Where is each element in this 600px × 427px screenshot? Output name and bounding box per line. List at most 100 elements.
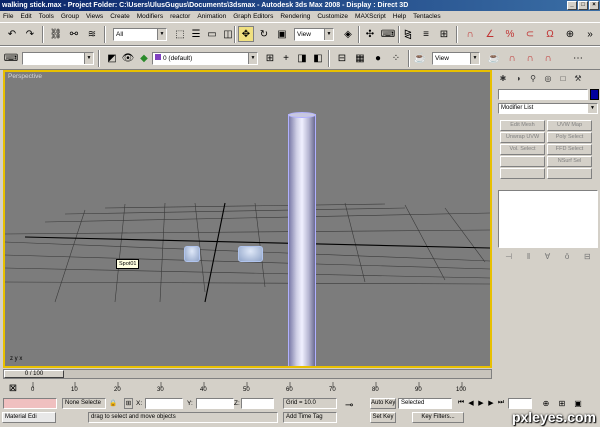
unwrap-uvw-button[interactable]: Unwrap UVW [500, 132, 545, 143]
layer-manager-icon[interactable]: ⊞ [436, 26, 452, 42]
show-end-result-icon[interactable]: ‖ [527, 252, 530, 264]
menu-views[interactable]: Views [86, 11, 103, 22]
object-color-swatch[interactable] [590, 89, 599, 100]
menu-tentacles[interactable]: Tentacles [413, 11, 440, 22]
modify-tab-icon[interactable]: ◑ [511, 72, 525, 85]
menu-tools[interactable]: Tools [39, 11, 54, 22]
keyboard-shortcut-icon[interactable]: ⌨ [380, 26, 396, 42]
maxscript-listener-field[interactable] [3, 398, 57, 409]
key-mode-dropdown[interactable]: Selected [398, 398, 452, 409]
select-and-link-icon[interactable]: ⛓ [48, 26, 64, 42]
magnet-icon[interactable]: Ω [542, 26, 558, 42]
angle-snap-icon[interactable]: ∠ [482, 26, 498, 42]
new-layer-icon[interactable]: ⊞ [262, 50, 278, 66]
lock-selection-icon[interactable]: 🔒 [109, 398, 117, 409]
render-view-dropdown[interactable]: View ▼ [432, 52, 480, 65]
menu-animation[interactable]: Animation [197, 11, 226, 22]
previous-frame-icon[interactable]: ◀ [466, 397, 476, 409]
empty-modifier-button[interactable] [500, 156, 545, 167]
z-coordinate-input[interactable] [241, 398, 274, 409]
select-object-icon[interactable]: ⬚ [172, 26, 188, 42]
menu-group[interactable]: Group [61, 11, 79, 22]
percent-snap-icon[interactable]: % [502, 26, 518, 42]
close-button[interactable]: × [589, 1, 599, 10]
menu-graph-editors[interactable]: Graph Editors [233, 11, 273, 22]
next-frame-icon[interactable]: ▶ [486, 397, 496, 409]
vol-select-button[interactable]: Vol. Select [500, 144, 545, 155]
rectangular-selection-icon[interactable]: ▭ [204, 26, 220, 42]
empty-modifier-button[interactable] [500, 168, 545, 179]
menu-file[interactable]: File [3, 11, 13, 22]
hierarchy-tab-icon[interactable]: ⚲ [526, 72, 540, 85]
menu-customize[interactable]: Customize [317, 11, 348, 22]
minimize-button[interactable]: _ [567, 1, 577, 10]
teapot-icon[interactable]: ◆ [136, 50, 152, 66]
pin-stack-icon[interactable]: ⊣ [505, 252, 512, 264]
redo-icon[interactable]: ↷ [22, 26, 38, 42]
key-filters-button[interactable]: Key Filters... [412, 412, 464, 423]
time-slider-thumb[interactable]: 0 / 100 [4, 370, 64, 378]
menu-reactor[interactable]: reactor [170, 11, 190, 22]
current-frame-input[interactable] [508, 398, 532, 409]
configure-sets-icon[interactable]: ⊟ [584, 252, 591, 264]
go-to-start-icon[interactable]: ⏮ [456, 397, 466, 409]
select-and-scale-icon[interactable]: ▣ [274, 26, 290, 42]
mirror-icon[interactable]: ⧎ [400, 26, 416, 42]
key-icon[interactable]: ⊸ [345, 400, 353, 411]
material-spheres-icon[interactable]: ⁘ [388, 50, 404, 66]
pivot-center-icon[interactable]: ◈ [340, 26, 356, 42]
snap-toggle-icon[interactable]: ∩ [462, 26, 478, 42]
select-by-name-icon[interactable]: ☰ [188, 26, 204, 42]
spotlight-object[interactable] [184, 246, 200, 262]
render-frame-icon[interactable]: ⋯ [560, 50, 596, 66]
curve-editor-icon[interactable]: ⊟ [334, 50, 350, 66]
quick-render-icon[interactable]: ☕ [486, 50, 502, 66]
utilities-tab-icon[interactable]: ⚒ [571, 72, 585, 85]
menu-help[interactable]: Help [393, 11, 406, 22]
time-slider[interactable]: 0 / 100 [3, 369, 492, 379]
menu-rendering[interactable]: Rendering [280, 11, 310, 22]
uvw-map-button[interactable]: UVW Map [547, 120, 592, 131]
edit-mesh-button[interactable]: Edit Mesh [500, 120, 545, 131]
menu-modifiers[interactable]: Modifiers [137, 11, 163, 22]
render-setup-icon[interactable]: ☕ [412, 50, 428, 66]
abc-icon[interactable]: ⌨ [3, 50, 19, 66]
schematic-view-icon[interactable]: ▦ [352, 50, 368, 66]
align-icon[interactable]: ≡ [418, 26, 434, 42]
nsurf-sel-button[interactable]: NSurf Sel [547, 156, 592, 167]
absolute-mode-icon[interactable]: ⊞ [124, 398, 133, 409]
add-to-layer-icon[interactable]: + [278, 50, 294, 66]
render-production-icon[interactable]: ∩ [504, 50, 520, 66]
undo-icon[interactable]: ↶ [4, 26, 20, 42]
motion-tab-icon[interactable]: ◎ [541, 72, 555, 85]
zoom-all-icon[interactable]: ⊞ [556, 397, 568, 409]
poly-select-button[interactable]: Poly Select [547, 132, 592, 143]
modifier-list-dropdown[interactable]: Modifier List ▼ [498, 103, 598, 114]
set-current-layer-icon[interactable]: ◧ [310, 50, 326, 66]
menu-create[interactable]: Create [110, 11, 130, 22]
bind-space-warp-icon[interactable]: ≋ [84, 26, 100, 42]
zoom-icon[interactable]: ⊕ [540, 397, 552, 409]
zoom-extents-icon[interactable]: ▣ [572, 397, 584, 409]
spotlight-object[interactable] [238, 246, 263, 262]
track-bar[interactable]: ⊠ 0 10 20 30 40 50 60 70 80 90 100 [3, 380, 492, 396]
select-and-rotate-icon[interactable]: ↻ [256, 26, 272, 42]
reference-coordinate-dropdown[interactable]: View ▼ [294, 28, 334, 41]
select-and-move-icon[interactable]: ✥ [238, 26, 254, 42]
unlink-icon[interactable]: ⚯ [66, 26, 82, 42]
select-layer-icon[interactable]: ◨ [294, 50, 310, 66]
activeshade-icon[interactable]: ∩ [540, 50, 556, 66]
modifier-stack[interactable] [498, 190, 598, 248]
play-icon[interactable]: ▶ [476, 397, 486, 409]
material-editor-taskbar-button[interactable]: Material Edi [2, 412, 56, 423]
empty-modifier-button[interactable] [547, 168, 592, 179]
ffd-select-button[interactable]: FFD Select [547, 144, 592, 155]
perspective-viewport[interactable]: Perspective Spot01 z y x [3, 70, 492, 368]
x-coordinate-input[interactable] [145, 398, 183, 409]
auto-key-button[interactable]: Auto Key [370, 398, 396, 409]
render-iterative-icon[interactable]: ∩ [522, 50, 538, 66]
create-tab-icon[interactable]: ✱ [496, 72, 510, 85]
selection-filter-dropdown[interactable]: All ▼ [113, 28, 167, 41]
xyz-constraint-icon[interactable]: ⊕ [562, 26, 578, 42]
material-editor-icon[interactable]: ● [370, 50, 386, 66]
